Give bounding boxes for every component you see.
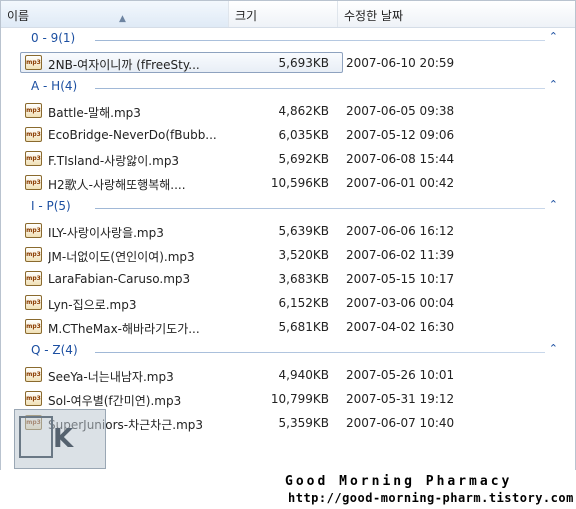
group-header[interactable]: I - P(5) ⌃ (1, 196, 575, 218)
file-date: 2007-04-02 16:30 (346, 320, 455, 334)
file-date: 2007-06-01 00:42 (346, 176, 455, 190)
file-name: SeeYa-너는내남자.mp3 (48, 370, 174, 384)
column-header-date-label: 수정한 날짜 (344, 9, 404, 23)
mp3-file-icon: mp3 (25, 367, 42, 382)
group-divider-line (95, 40, 545, 41)
group-divider-line (95, 208, 545, 209)
file-name: LaraFabian-Caruso.mp3 (48, 272, 191, 286)
file-date: 2007-05-15 10:17 (346, 272, 455, 286)
file-size: 5,639KB (278, 224, 329, 238)
file-name: Sol-여우별(f간미연).mp3 (48, 394, 182, 408)
column-header-size[interactable]: 크기 (229, 1, 338, 27)
file-size: 5,693KB (278, 56, 329, 70)
logo-box-shape (19, 416, 53, 458)
file-name: Lyn-집으로.mp3 (48, 298, 137, 312)
mp3-file-icon: mp3 (25, 271, 42, 286)
file-row[interactable]: mp3 EcoBridge-NeverDo(fBubb... 6,035KB 2007… (1, 124, 575, 146)
file-row[interactable]: mp3 LaraFabian-Caruso.mp3 3,683KB 2007-05-1… (1, 268, 575, 290)
group-header[interactable]: Q - Z(4) ⌃ (1, 340, 575, 362)
collapse-chevron-icon[interactable]: ⌃ (549, 78, 558, 91)
group-divider-line (95, 88, 545, 89)
collapse-chevron-icon[interactable]: ⌃ (549, 30, 558, 43)
file-size: 3,683KB (278, 272, 329, 286)
file-date: 2007-05-26 10:01 (346, 368, 455, 382)
mp3-file-icon: mp3 (25, 55, 42, 70)
group-header[interactable]: 0 - 9(1) ⌃ (1, 28, 575, 50)
file-size: 5,359KB (278, 416, 329, 430)
file-row[interactable]: mp3 Battle-말해.mp3 4,862KB 2007-06-05 09:38 (1, 100, 575, 122)
file-date: 2007-06-02 11:39 (346, 248, 455, 262)
file-size: 4,862KB (278, 104, 329, 118)
mp3-file-icon: mp3 (25, 223, 42, 238)
file-date: 2007-05-12 09:06 (346, 128, 455, 142)
mp3-file-icon: mp3 (25, 151, 42, 166)
file-name: 2NB-여자이니까 (fFreeSty... (48, 58, 200, 72)
group-divider-line (95, 352, 545, 353)
collapse-chevron-icon[interactable]: ⌃ (549, 198, 558, 211)
watermark-url: http://good-morning-pharm.tistory.com (288, 491, 574, 505)
file-size: 6,035KB (278, 128, 329, 142)
file-date: 2007-05-31 19:12 (346, 392, 455, 406)
file-date: 2007-06-06 16:12 (346, 224, 455, 238)
mp3-file-icon: mp3 (25, 175, 42, 190)
group-label: I - P(5) (31, 199, 71, 213)
mp3-file-icon: mp3 (25, 103, 42, 118)
group-label: Q - Z(4) (31, 343, 78, 357)
mp3-file-icon: mp3 (25, 295, 42, 310)
column-header-date[interactable]: 수정한 날짜 (338, 1, 575, 27)
mp3-file-icon: mp3 (25, 127, 42, 142)
file-row[interactable]: mp3 SeeYa-너는내남자.mp3 4,940KB 2007-05-26 10:0… (1, 364, 575, 386)
column-header-bar: 이름 ▲ 크기 수정한 날짜 (1, 1, 575, 28)
file-date: 2007-03-06 00:04 (346, 296, 455, 310)
logo-letter: K (53, 424, 74, 454)
file-name: M.CTheMax-해바라기도가... (48, 322, 200, 336)
file-size: 4,940KB (278, 368, 329, 382)
column-header-name-label: 이름 (7, 9, 30, 23)
file-name: F.TIsland-사랑앓이.mp3 (48, 154, 180, 168)
column-header-name[interactable]: 이름 ▲ (1, 1, 229, 27)
column-header-size-label: 크기 (235, 9, 258, 23)
file-name: EcoBridge-NeverDo(fBubb... (48, 128, 217, 142)
file-row[interactable]: mp3 F.TIsland-사랑앓이.mp3 5,692KB 2007-06-08 1… (1, 148, 575, 170)
file-size: 10,799KB (270, 392, 329, 406)
group-label: A - H(4) (31, 79, 78, 93)
file-size: 6,152KB (278, 296, 329, 310)
file-name: ILY-사랑이사랑을.mp3 (48, 226, 164, 240)
file-row[interactable]: mp3 H2歌人-사랑해또행복해.... 10,596KB 2007-06-01 00… (1, 172, 575, 194)
file-date: 2007-06-08 15:44 (346, 152, 455, 166)
file-size: 10,596KB (270, 176, 329, 190)
file-row[interactable]: mp3 Lyn-집으로.mp3 6,152KB 2007-03-06 00:04 (1, 292, 575, 314)
watermark-logo: K (14, 409, 106, 469)
mp3-file-icon: mp3 (25, 391, 42, 406)
file-name: H2歌人-사랑해또행복해.... (48, 178, 186, 192)
file-size: 5,692KB (278, 152, 329, 166)
file-date: 2007-06-05 09:38 (346, 104, 455, 118)
group-header[interactable]: A - H(4) ⌃ (1, 76, 575, 98)
file-date: 2007-06-10 20:59 (346, 56, 455, 70)
mp3-file-icon: mp3 (25, 247, 42, 262)
file-row[interactable]: mp3 M.CTheMax-해바라기도가... 5,681KB 2007-04-02 … (1, 316, 575, 338)
file-row[interactable]: mp3 2NB-여자이니까 (fFreeSty... 5,693KB 2007-06-… (1, 52, 575, 74)
group-label: 0 - 9(1) (31, 31, 76, 45)
file-date: 2007-06-07 10:40 (346, 416, 455, 430)
file-row[interactable]: mp3 Sol-여우별(f간미연).mp3 10,799KB 2007-05-31 1… (1, 388, 575, 410)
file-row[interactable]: mp3 JM-너없이도(연인이여).mp3 3,520KB 2007-06-02 11… (1, 244, 575, 266)
collapse-chevron-icon[interactable]: ⌃ (549, 342, 558, 355)
watermark-title: Good Morning Pharmacy (285, 474, 513, 489)
file-name: JM-너없이도(연인이여).mp3 (48, 250, 195, 264)
file-name: Battle-말해.mp3 (48, 106, 141, 120)
mp3-file-icon: mp3 (25, 319, 42, 334)
file-row[interactable]: mp3 ILY-사랑이사랑을.mp3 5,639KB 2007-06-06 16:12 (1, 220, 575, 242)
file-size: 5,681KB (278, 320, 329, 334)
file-size: 3,520KB (278, 248, 329, 262)
